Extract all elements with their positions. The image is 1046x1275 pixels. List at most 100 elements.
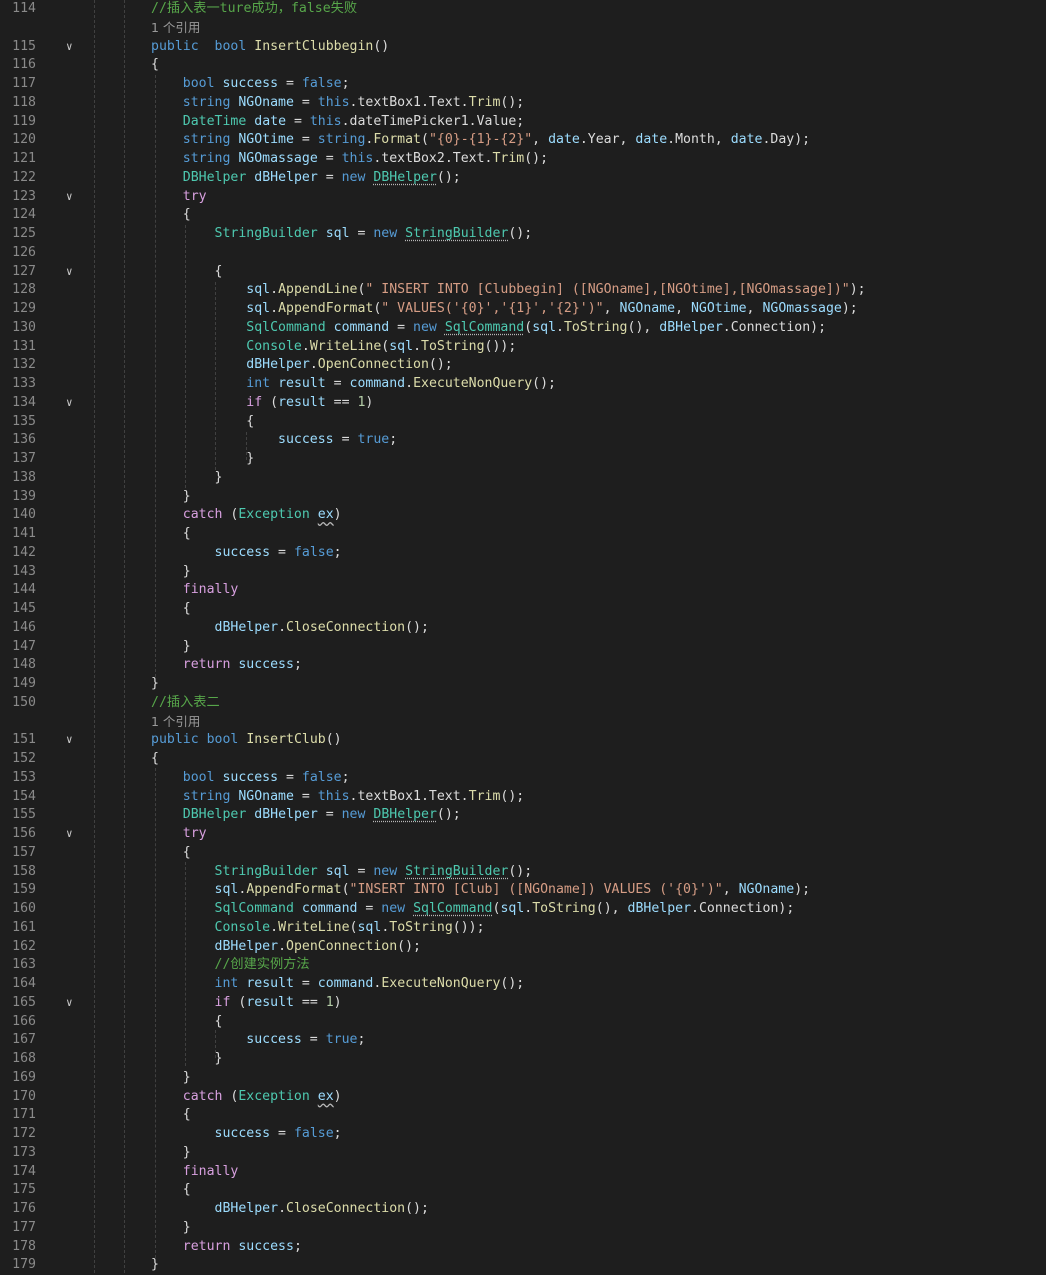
code-line[interactable]: 140 catch (Exception ex) (0, 506, 1046, 525)
code-line[interactable]: 127 ∨ { (0, 263, 1046, 282)
code-line[interactable]: 166 { (0, 1013, 1046, 1032)
code-line[interactable]: 130 SqlCommand command = new SqlCommand(… (0, 319, 1046, 338)
code-line[interactable]: 149} (0, 675, 1046, 694)
code-line[interactable]: 177 } (0, 1219, 1046, 1238)
code-line[interactable]: 146 dBHelper.CloseConnection(); (0, 619, 1046, 638)
code-line[interactable]: 141 { (0, 525, 1046, 544)
code-line[interactable]: 119 DateTime date = this.dateTimePicker1… (0, 113, 1046, 132)
fold-chevron-icon[interactable]: ∨ (66, 731, 80, 750)
code-token: ( (524, 319, 533, 335)
code-line[interactable]: 164 int result = command.ExecuteNonQuery… (0, 975, 1046, 994)
code-line[interactable]: 125 StringBuilder sql = new StringBuilde… (0, 225, 1046, 244)
code-line[interactable]: 131 Console.WriteLine(sql.ToString()); (0, 338, 1046, 357)
code-token: success (222, 76, 279, 91)
code-line[interactable]: 169 } (0, 1069, 1046, 1088)
code-text: string NGOname = this.textBox1.Text.Trim… (151, 788, 524, 807)
code-line[interactable]: 138 } (0, 469, 1046, 488)
fold-chevron-icon[interactable]: ∨ (66, 994, 80, 1013)
code-line[interactable]: 174 finally (0, 1163, 1046, 1182)
code-line[interactable]: 172 success = false; (0, 1125, 1046, 1144)
code-line[interactable]: 179} (0, 1256, 1046, 1275)
code-line[interactable]: 135 { (0, 413, 1046, 432)
code-line[interactable]: 123 ∨ try (0, 188, 1046, 207)
code-token: WriteLine (309, 338, 382, 354)
code-line[interactable]: 115 ∨ public bool InsertClubbegin() (0, 38, 1046, 57)
line-number: 116 (12, 57, 36, 73)
code-text: public bool InsertClub() (151, 731, 342, 750)
code-line[interactable]: 143 } (0, 563, 1046, 582)
code-line[interactable]: 151 ∨ public bool InsertClub() (0, 731, 1046, 750)
code-line[interactable]: 118 string NGOname = this.textBox1.Text.… (0, 94, 1046, 113)
code-line[interactable]: 129 sql.AppendFormat(" VALUES('{0}','{1}… (0, 300, 1046, 319)
code-line[interactable]: 171 { (0, 1106, 1046, 1125)
code-line[interactable]: 147 } (0, 638, 1046, 657)
code-token: string (182, 788, 231, 804)
code-line[interactable]: 114 //插入表一ture成功，false失败 (0, 0, 1046, 19)
code-line[interactable]: 137 } (0, 450, 1046, 469)
codelens-row[interactable]: 1 个引用 (0, 713, 1046, 732)
code-line[interactable]: 120 string NGOtime = string.Format("{0}-… (0, 131, 1046, 150)
code-line[interactable]: 159 sql.AppendFormat("INSERT INTO [Club]… (0, 881, 1046, 900)
fold-chevron-icon[interactable]: ∨ (66, 188, 80, 207)
codelens-reference-count[interactable]: 1 个引用 (151, 19, 200, 38)
code-line[interactable]: 157 { (0, 844, 1046, 863)
code-token: StringBuilder (214, 863, 318, 879)
fold-chevron-icon[interactable]: ∨ (66, 394, 80, 413)
code-line[interactable]: 126 (0, 244, 1046, 263)
code-token: string (182, 151, 231, 166)
code-token: "INSERT INTO [Club] ([NGOname]) VALUES (… (349, 882, 723, 898)
code-line[interactable]: 136 success = true; (0, 431, 1046, 450)
code-line[interactable]: 122 DBHelper dBHelper = new DBHelper(); (0, 169, 1046, 188)
code-editor[interactable]: 114 //插入表一ture成功，false失败 1 个引用 115 ∨ public b… (0, 0, 1046, 1273)
code-line[interactable]: 160 SqlCommand command = new SqlCommand(… (0, 900, 1046, 919)
code-text: //插入表二 (151, 694, 220, 713)
code-token: sql (500, 901, 525, 916)
code-line[interactable]: 124 { (0, 206, 1046, 225)
codelens-row[interactable]: 1 个引用 (0, 19, 1046, 38)
code-line[interactable]: 154 string NGOname = this.textBox1.Text.… (0, 788, 1046, 807)
code-line[interactable]: 161 Console.WriteLine(sql.ToString()); (0, 919, 1046, 938)
code-token: = (389, 319, 414, 335)
code-line[interactable]: 162 dBHelper.OpenConnection(); (0, 938, 1046, 957)
code-token: //插入表二 (151, 694, 220, 710)
code-line[interactable]: 167 success = true; (0, 1031, 1046, 1050)
code-line[interactable]: 128 sql.AppendLine(" INSERT INTO [Clubbe… (0, 281, 1046, 300)
code-line[interactable]: 117 bool success = false; (0, 75, 1046, 94)
code-line[interactable]: 150 //插入表二 (0, 694, 1046, 713)
fold-chevron-icon[interactable]: ∨ (66, 825, 80, 844)
code-line[interactable]: 132 dBHelper.OpenConnection(); (0, 356, 1046, 375)
code-line[interactable]: 170 catch (Exception ex) (0, 1088, 1046, 1107)
code-line[interactable]: 142 success = false; (0, 544, 1046, 563)
code-line[interactable]: 121 string NGOmassage = this.textBox2.Te… (0, 150, 1046, 169)
line-number: 142 (12, 544, 36, 560)
code-line[interactable]: 163 //创建实例方法 (0, 956, 1046, 975)
code-line[interactable]: 134 ∨ if (result == 1) (0, 394, 1046, 413)
code-line[interactable]: 144 finally (0, 581, 1046, 600)
code-text: int result = command.ExecuteNonQuery(); (151, 375, 556, 394)
line-number: 153 (12, 769, 36, 785)
line-number: 126 (12, 244, 36, 260)
code-token: new (413, 319, 437, 335)
code-line[interactable]: 153 bool success = false; (0, 769, 1046, 788)
code-line[interactable]: 175 { (0, 1181, 1046, 1200)
codelens-reference-count[interactable]: 1 个引用 (151, 713, 200, 732)
code-line[interactable]: 139 } (0, 488, 1046, 507)
code-line[interactable]: 155 DBHelper dBHelper = new DBHelper(); (0, 806, 1046, 825)
code-line[interactable]: 173 } (0, 1144, 1046, 1163)
code-line[interactable]: 176 dBHelper.CloseConnection(); (0, 1200, 1046, 1219)
code-line[interactable]: 178 return success; (0, 1238, 1046, 1257)
code-line[interactable]: 116 { (0, 56, 1046, 75)
code-line[interactable]: 148 return success; (0, 656, 1046, 675)
code-line[interactable]: 168 } (0, 1050, 1046, 1069)
fold-chevron-icon[interactable]: ∨ (66, 263, 80, 282)
code-line[interactable]: 158 StringBuilder sql = new StringBuilde… (0, 863, 1046, 882)
code-line[interactable]: 165 ∨ if (result == 1) (0, 994, 1046, 1013)
code-line[interactable]: 133 int result = command.ExecuteNonQuery… (0, 375, 1046, 394)
code-line[interactable]: 156 ∨ try (0, 825, 1046, 844)
code-token: result (246, 994, 294, 1010)
code-line[interactable]: 145 { (0, 600, 1046, 619)
code-line[interactable]: 152 { (0, 750, 1046, 769)
fold-chevron-icon[interactable]: ∨ (66, 38, 80, 57)
